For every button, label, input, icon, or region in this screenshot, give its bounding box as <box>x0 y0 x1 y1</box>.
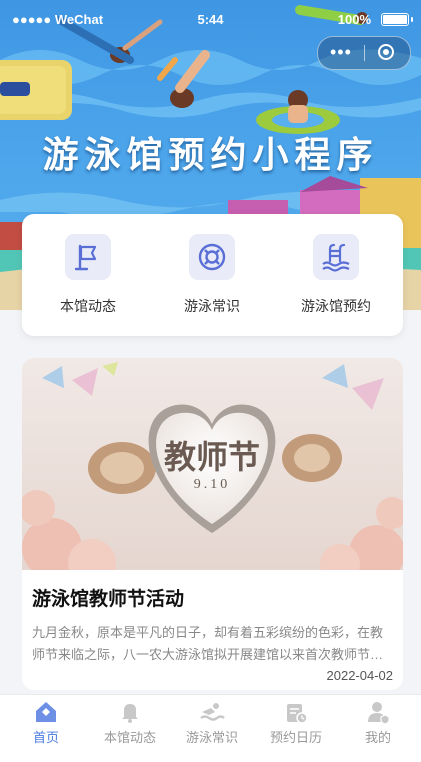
tab-calendar[interactable]: 预约日历 <box>254 699 338 746</box>
battery-percent: 100% <box>337 12 371 27</box>
quick-nav-news[interactable]: 本馆动态 <box>28 234 148 316</box>
tab-label: 预约日历 <box>269 730 322 745</box>
bell-icon <box>88 699 172 725</box>
tab-label: 首页 <box>32 730 59 745</box>
quick-nav-label: 游泳馆预约 <box>301 298 371 314</box>
article-card[interactable]: 教师节 9.10 游泳馆教师节活动 九月金秋，原本是平凡的日子，却有着五彩缤纷的… <box>22 358 403 690</box>
pool-ladder-icon <box>313 234 359 280</box>
tab-knowledge[interactable]: 游泳常识 <box>170 699 254 746</box>
quick-nav-booking[interactable]: 游泳馆预约 <box>276 234 396 316</box>
calendar-icon <box>254 699 338 725</box>
swimmer-icon <box>170 699 254 725</box>
battery-icon <box>381 13 409 26</box>
tab-news[interactable]: 本馆动态 <box>88 699 172 746</box>
home-icon <box>4 699 88 725</box>
hero-title: 游泳馆预约小程序 <box>42 134 379 175</box>
user-icon <box>336 699 420 725</box>
cover-headline: 教师节 <box>164 439 260 475</box>
quick-nav-label: 本馆动态 <box>60 298 116 314</box>
app-screen: 游泳馆预约小程序 ●●●●● WeChat 5:44 100% ••• 本馆动态 <box>0 0 421 762</box>
capsule-divider <box>364 45 365 61</box>
article-cover-image: 教师节 9.10 <box>22 358 403 570</box>
status-bar: ●●●●● WeChat 5:44 100% <box>0 0 421 38</box>
tab-bar: 首页 本馆动态 游泳常识 预约日历 我的 <box>0 694 421 749</box>
bottom-safe-area <box>0 748 421 762</box>
quick-nav-label: 游泳常识 <box>184 298 240 314</box>
tab-label: 游泳常识 <box>185 730 238 745</box>
quick-nav-knowledge[interactable]: 游泳常识 <box>152 234 272 316</box>
flag-icon <box>65 234 111 280</box>
tab-label: 我的 <box>364 730 391 745</box>
tab-me[interactable]: 我的 <box>336 699 420 746</box>
mini-program-capsule: ••• <box>317 36 411 70</box>
article-excerpt: 九月金秋，原本是平凡的日子，却有着五彩缤纷的色彩，在教师节来临之际，八一农大游泳… <box>32 625 384 662</box>
more-icon[interactable]: ••• <box>330 37 352 67</box>
tab-home[interactable]: 首页 <box>4 699 88 746</box>
article-title: 游泳馆教师节活动 <box>32 589 185 610</box>
tab-label: 本馆动态 <box>103 730 156 745</box>
close-icon[interactable] <box>378 44 394 60</box>
lifebuoy-icon <box>189 234 235 280</box>
battery-tip <box>411 17 413 22</box>
article-date: 2022-04-02 <box>326 668 394 683</box>
cover-date: 9.10 <box>194 477 231 492</box>
quick-nav-card: 本馆动态 游泳常识 游泳馆预约 <box>22 214 403 336</box>
